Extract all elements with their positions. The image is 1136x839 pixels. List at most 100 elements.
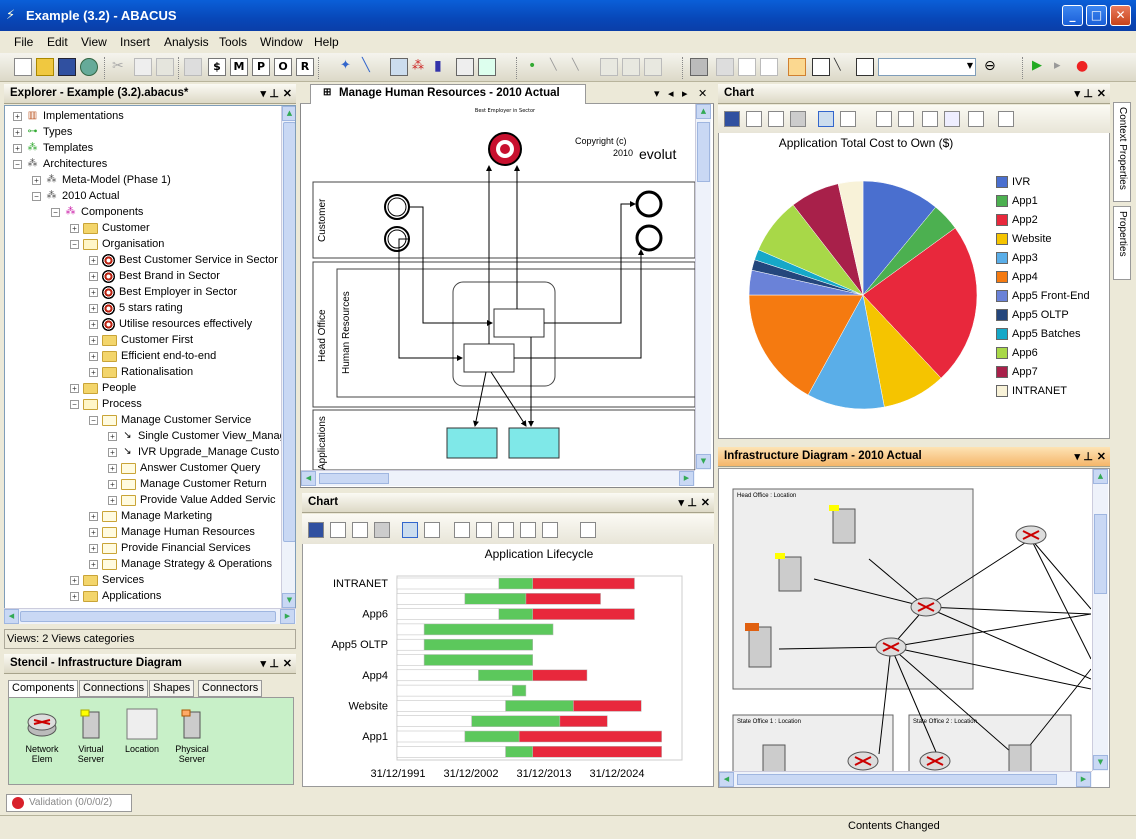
app-box-2[interactable]	[508, 427, 560, 459]
tree-item[interactable]: + ↘ Single Customer View_Manage	[108, 428, 292, 444]
tab-next-icon[interactable]: ▸	[682, 87, 688, 100]
tree-item[interactable]: + Services	[70, 572, 144, 588]
tree-item[interactable]: − ⁂ Components	[51, 204, 143, 220]
zoom-chart-icon[interactable]	[876, 111, 892, 127]
chart-type-icon[interactable]	[476, 522, 492, 538]
tree-item[interactable]: + Best Customer Service in Sector	[89, 252, 278, 268]
print-icon[interactable]	[374, 522, 390, 538]
expand-icon[interactable]: +	[89, 511, 98, 521]
print-icon[interactable]	[690, 58, 708, 76]
connect-icon[interactable]: ╲	[362, 58, 380, 76]
stencil-location[interactable]: Location	[122, 708, 162, 754]
app-box-1[interactable]	[446, 427, 498, 459]
lifecycle-bar-white[interactable]	[396, 730, 466, 743]
expand-icon[interactable]: +	[89, 271, 98, 281]
tab-context-properties[interactable]: Context Properties	[1113, 102, 1131, 202]
validation-tab[interactable]: Validation (0/0/0/2)	[6, 794, 132, 812]
lifecycle-bar-red[interactable]	[532, 608, 635, 620]
expand-icon[interactable]: +	[89, 287, 98, 297]
dropdown-icon[interactable]: ▾	[260, 87, 266, 100]
lifecycle-bar-red[interactable]	[518, 730, 662, 743]
lifecycle-bar-white[interactable]	[396, 623, 425, 636]
rectangle-icon[interactable]	[812, 58, 830, 76]
collapse-icon[interactable]: −	[70, 399, 79, 409]
lifecycle-bar-green[interactable]	[423, 638, 533, 651]
expand-icon[interactable]: +	[108, 463, 117, 473]
minimize-button[interactable]: _	[1062, 5, 1083, 26]
tree-item[interactable]: + Customer	[70, 220, 150, 236]
expand-icon[interactable]: +	[70, 223, 79, 233]
lifecycle-bar-green[interactable]	[498, 577, 533, 590]
collapse-icon[interactable]: −	[51, 207, 60, 217]
maximize-button[interactable]: □	[1086, 5, 1107, 26]
scroll-left-icon[interactable]: ◀	[4, 609, 19, 624]
print-preview-icon[interactable]	[352, 522, 368, 538]
run-icon[interactable]: ▶	[1032, 58, 1050, 76]
scroll-right-icon[interactable]: ▶	[679, 471, 694, 486]
horizontal-scrollbar[interactable]: ◀ ▶	[4, 608, 296, 624]
expand-icon[interactable]: +	[108, 479, 117, 489]
lifecycle-bar-green[interactable]	[505, 700, 574, 712]
menu-view[interactable]: View	[81, 35, 107, 49]
expand-icon[interactable]: +	[70, 591, 79, 601]
text-box-icon[interactable]	[856, 58, 874, 76]
expand-icon[interactable]: +	[13, 127, 22, 137]
infra-horizontal-scrollbar[interactable]: ◀ ▶	[719, 771, 1092, 787]
views-footer[interactable]: Views: 2 Views categories	[4, 629, 296, 649]
m-icon[interactable]: M	[230, 58, 248, 76]
copy-icon[interactable]	[746, 111, 762, 127]
tree-item[interactable]: + People	[70, 380, 136, 396]
bar-chart-icon[interactable]: ▮	[434, 58, 452, 76]
tree-item[interactable]: + Manage Strategy & Operations	[89, 556, 272, 572]
lifecycle-bar-chart[interactable]: Application Lifecycle INTRANET App6 App5 O…	[302, 544, 712, 784]
page-copy-icon[interactable]	[760, 58, 778, 76]
align-left-icon[interactable]	[600, 58, 618, 76]
step-icon[interactable]: ▸	[1054, 58, 1072, 76]
tab-shapes[interactable]: Shapes	[149, 680, 195, 697]
tree-item[interactable]: + ⁂ Meta-Model (Phase 1)	[32, 172, 171, 188]
expand-icon[interactable]: +	[89, 559, 98, 569]
tab-components[interactable]: Components	[8, 680, 79, 698]
lifecycle-bar-white[interactable]	[396, 700, 506, 712]
tree-item[interactable]: + Utilise resources effectively	[89, 316, 252, 332]
save-icon[interactable]	[58, 58, 76, 76]
stop-icon[interactable]: ●	[1076, 58, 1094, 76]
lifecycle-bar-white[interactable]	[396, 684, 513, 697]
tree-item[interactable]: + Customer First	[89, 332, 193, 348]
expand-icon[interactable]: +	[89, 367, 98, 377]
lifecycle-bar-green[interactable]	[512, 684, 527, 697]
lifecycle-bar-white[interactable]	[396, 654, 425, 666]
settings-icon[interactable]	[998, 111, 1014, 127]
report-icon[interactable]	[456, 58, 474, 76]
draw-line-icon[interactable]: ╲	[834, 58, 852, 76]
task-plan-resources[interactable]	[463, 343, 515, 373]
open-icon[interactable]	[36, 58, 54, 76]
lifecycle-bar-white[interactable]	[396, 669, 479, 682]
layout-icon[interactable]	[390, 58, 408, 76]
scroll-right-icon[interactable]: ▶	[280, 609, 295, 624]
lifecycle-bar-white[interactable]	[396, 746, 506, 758]
data-labels-icon[interactable]	[498, 522, 514, 538]
tree-item[interactable]: − ⁂ 2010 Actual	[32, 188, 120, 204]
paste-icon[interactable]	[156, 58, 174, 76]
tree-item[interactable]: + Rationalisation	[89, 364, 193, 380]
line-icon[interactable]: ╲	[550, 58, 568, 76]
expand-icon[interactable]: +	[89, 319, 98, 329]
find-icon[interactable]	[542, 522, 558, 538]
vertical-scroll-thumb[interactable]	[283, 122, 295, 542]
tree-item[interactable]: + Provide Financial Services	[89, 540, 251, 556]
new-icon[interactable]	[14, 58, 32, 76]
align-center-icon[interactable]	[622, 58, 640, 76]
save-icon[interactable]	[308, 522, 324, 538]
vertical-scrollbar[interactable]: ▲ ▼	[281, 106, 295, 609]
export-icon[interactable]	[716, 58, 734, 76]
close-icon[interactable]: ✕	[701, 496, 710, 509]
tree-item[interactable]: +5 stars rating	[89, 300, 183, 316]
stencil-virtual-server[interactable]: Virtual Server	[71, 708, 111, 764]
tree-item[interactable]: + Manage Human Resources	[89, 524, 255, 540]
collapse-icon[interactable]: −	[70, 239, 79, 249]
menu-help[interactable]: Help	[314, 35, 339, 49]
lifecycle-bar-red[interactable]	[532, 577, 635, 590]
lifecycle-bar-red[interactable]	[532, 746, 662, 758]
tree-item[interactable]: + Manage Marketing	[89, 508, 212, 524]
